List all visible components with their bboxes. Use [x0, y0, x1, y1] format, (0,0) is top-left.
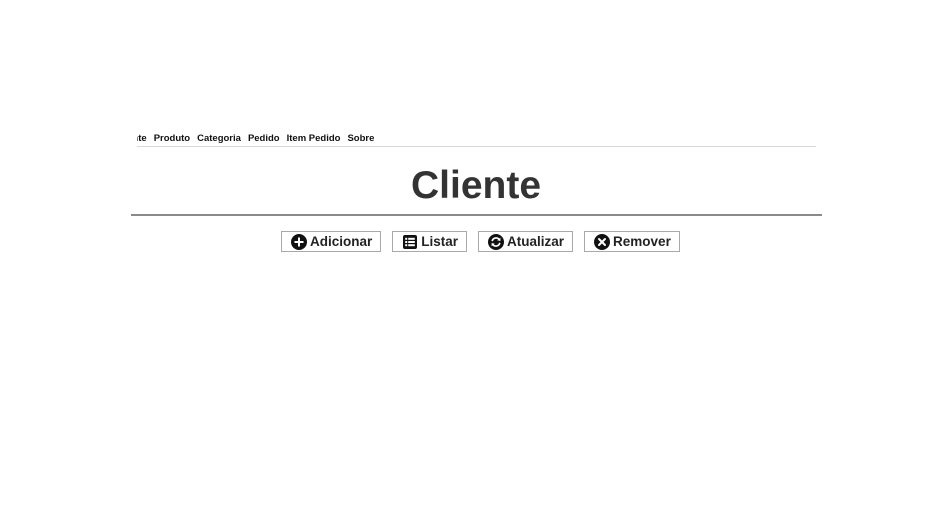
- plus-circle-icon: [291, 233, 307, 250]
- list-button-label: Listar: [421, 234, 459, 249]
- list-icon: [402, 234, 418, 250]
- update-button-label: Atualizar: [507, 234, 565, 249]
- title-divider: [131, 214, 822, 216]
- remove-button-label: Remover: [613, 234, 671, 249]
- update-button[interactable]: Atualizar: [478, 231, 574, 252]
- nav-item-cliente[interactable]: Cliente: [137, 133, 147, 145]
- refresh-icon: [488, 233, 505, 250]
- page-title: Cliente: [410, 164, 542, 207]
- remove-button[interactable]: Remover: [584, 231, 680, 252]
- nav-item-sobre[interactable]: Sobre: [347, 133, 374, 145]
- close-circle-icon: [594, 233, 611, 250]
- list-button[interactable]: Listar: [392, 231, 468, 252]
- add-button[interactable]: Adicionar: [281, 231, 382, 252]
- nav-item-produto[interactable]: Produto: [154, 133, 190, 145]
- top-navigation: Cliente Produto Categoria Pedido Item Pe…: [137, 131, 816, 147]
- nav-list: Cliente Produto Categoria Pedido Item Pe…: [137, 133, 381, 145]
- nav-item-pedido[interactable]: Pedido: [248, 133, 280, 145]
- nav-item-item-pedido[interactable]: Item Pedido: [287, 133, 341, 145]
- add-button-label: Adicionar: [310, 234, 373, 249]
- page: Cliente Produto Categoria Pedido Item Pe…: [0, 0, 952, 513]
- action-toolbar: Adicionar Listar Atualizar Remover: [281, 231, 680, 252]
- nav-item-categoria[interactable]: Categoria: [197, 133, 241, 145]
